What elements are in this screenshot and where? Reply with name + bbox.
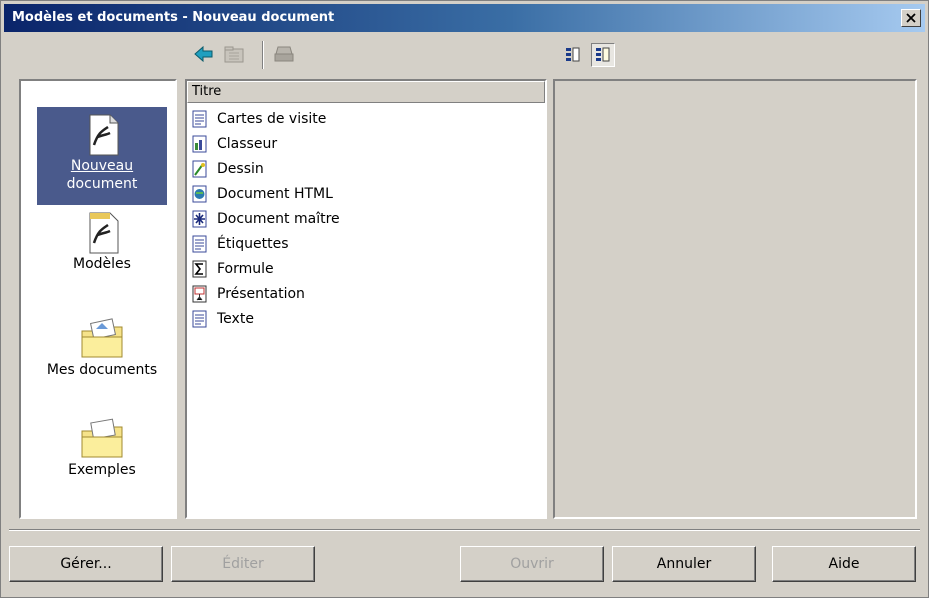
preview-pane bbox=[553, 79, 917, 519]
close-button[interactable] bbox=[901, 9, 921, 27]
writer-doc-icon bbox=[192, 110, 207, 128]
list-item[interactable]: Présentation bbox=[191, 282, 305, 306]
help-button[interactable]: Aide bbox=[772, 546, 916, 582]
list-item[interactable]: Cartes de visite bbox=[191, 107, 326, 131]
open-button[interactable]: Ouvrir bbox=[460, 546, 604, 582]
writer-doc-icon bbox=[192, 235, 207, 253]
manage-button-label: Gérer... bbox=[60, 556, 112, 572]
back-arrow-icon bbox=[194, 45, 213, 63]
nav-my-documents[interactable]: Mes documents bbox=[37, 317, 167, 397]
column-header-title[interactable]: Titre bbox=[187, 81, 545, 103]
list-item[interactable]: Texte bbox=[191, 307, 254, 331]
templates-icon bbox=[89, 212, 119, 254]
list-item-label: Texte bbox=[217, 311, 254, 327]
list-item[interactable]: Formule bbox=[191, 257, 274, 281]
examples-folder-icon bbox=[81, 418, 123, 458]
dialog-window: Modèles et documents - Nouveau document bbox=[0, 0, 929, 598]
nav-templates[interactable]: Modèles bbox=[37, 211, 167, 291]
help-button-label: Aide bbox=[828, 556, 860, 572]
nav-label: document bbox=[66, 176, 138, 192]
back-button[interactable] bbox=[193, 43, 215, 65]
list-item[interactable]: Classeur bbox=[191, 132, 277, 156]
edit-button-label: Éditer bbox=[222, 556, 264, 572]
folder-up-icon bbox=[224, 46, 244, 63]
print-icon bbox=[274, 46, 294, 62]
preview-view-icon bbox=[596, 47, 610, 62]
list-item[interactable]: Document maître bbox=[191, 207, 340, 231]
my-documents-folder-icon bbox=[81, 318, 123, 358]
nav-label: Modèles bbox=[73, 256, 131, 272]
manage-button[interactable]: Gérer... bbox=[9, 546, 163, 582]
preview-view-button[interactable] bbox=[591, 43, 615, 67]
list-item-label: Formule bbox=[217, 261, 274, 277]
nav-new-document[interactable]: Nouveau document bbox=[37, 107, 167, 205]
list-item-label: Document maître bbox=[217, 211, 340, 227]
list-item-label: Étiquettes bbox=[217, 236, 289, 252]
close-icon bbox=[906, 13, 916, 23]
open-button-label: Ouvrir bbox=[510, 556, 554, 572]
list-item-label: Dessin bbox=[217, 161, 264, 177]
document-list[interactable]: Titre Cartes de visite Classeur Dessin D… bbox=[185, 79, 547, 519]
calc-doc-icon bbox=[192, 135, 207, 153]
list-item[interactable]: Document HTML bbox=[191, 182, 333, 206]
detail-view-icon bbox=[566, 47, 580, 62]
list-item-label: Cartes de visite bbox=[217, 111, 327, 127]
list-item-label: Classeur bbox=[217, 136, 278, 152]
window-title: Modèles et documents - Nouveau document bbox=[12, 10, 335, 25]
list-item[interactable]: Étiquettes bbox=[191, 232, 288, 256]
cancel-button[interactable]: Annuler bbox=[612, 546, 756, 582]
button-divider bbox=[9, 529, 920, 531]
nav-label: Mes documents bbox=[46, 362, 158, 378]
master-doc-icon bbox=[192, 210, 207, 228]
writer-doc-icon bbox=[192, 310, 207, 328]
category-panel: Nouveau document Modèles Mes documents E… bbox=[19, 79, 177, 519]
html-doc-icon bbox=[192, 185, 207, 203]
title-bar: Modèles et documents - Nouveau document bbox=[4, 4, 925, 32]
nav-examples[interactable]: Exemples bbox=[37, 417, 167, 497]
detail-view-button[interactable] bbox=[561, 43, 585, 67]
nav-label: Exemples bbox=[68, 462, 136, 478]
print-button[interactable] bbox=[273, 43, 295, 65]
list-item-label: Présentation bbox=[217, 286, 305, 302]
list-item-label: Document HTML bbox=[217, 186, 333, 202]
impress-doc-icon bbox=[192, 285, 207, 303]
draw-doc-icon bbox=[192, 160, 207, 178]
new-document-icon bbox=[89, 114, 119, 156]
cancel-button-label: Annuler bbox=[656, 556, 712, 572]
edit-button[interactable]: Éditer bbox=[171, 546, 315, 582]
nav-label: Nouveau bbox=[70, 158, 134, 174]
toolbar-separator bbox=[262, 41, 264, 69]
list-item[interactable]: Dessin bbox=[191, 157, 264, 181]
math-doc-icon bbox=[192, 260, 207, 278]
folder-up-button[interactable] bbox=[223, 43, 245, 65]
